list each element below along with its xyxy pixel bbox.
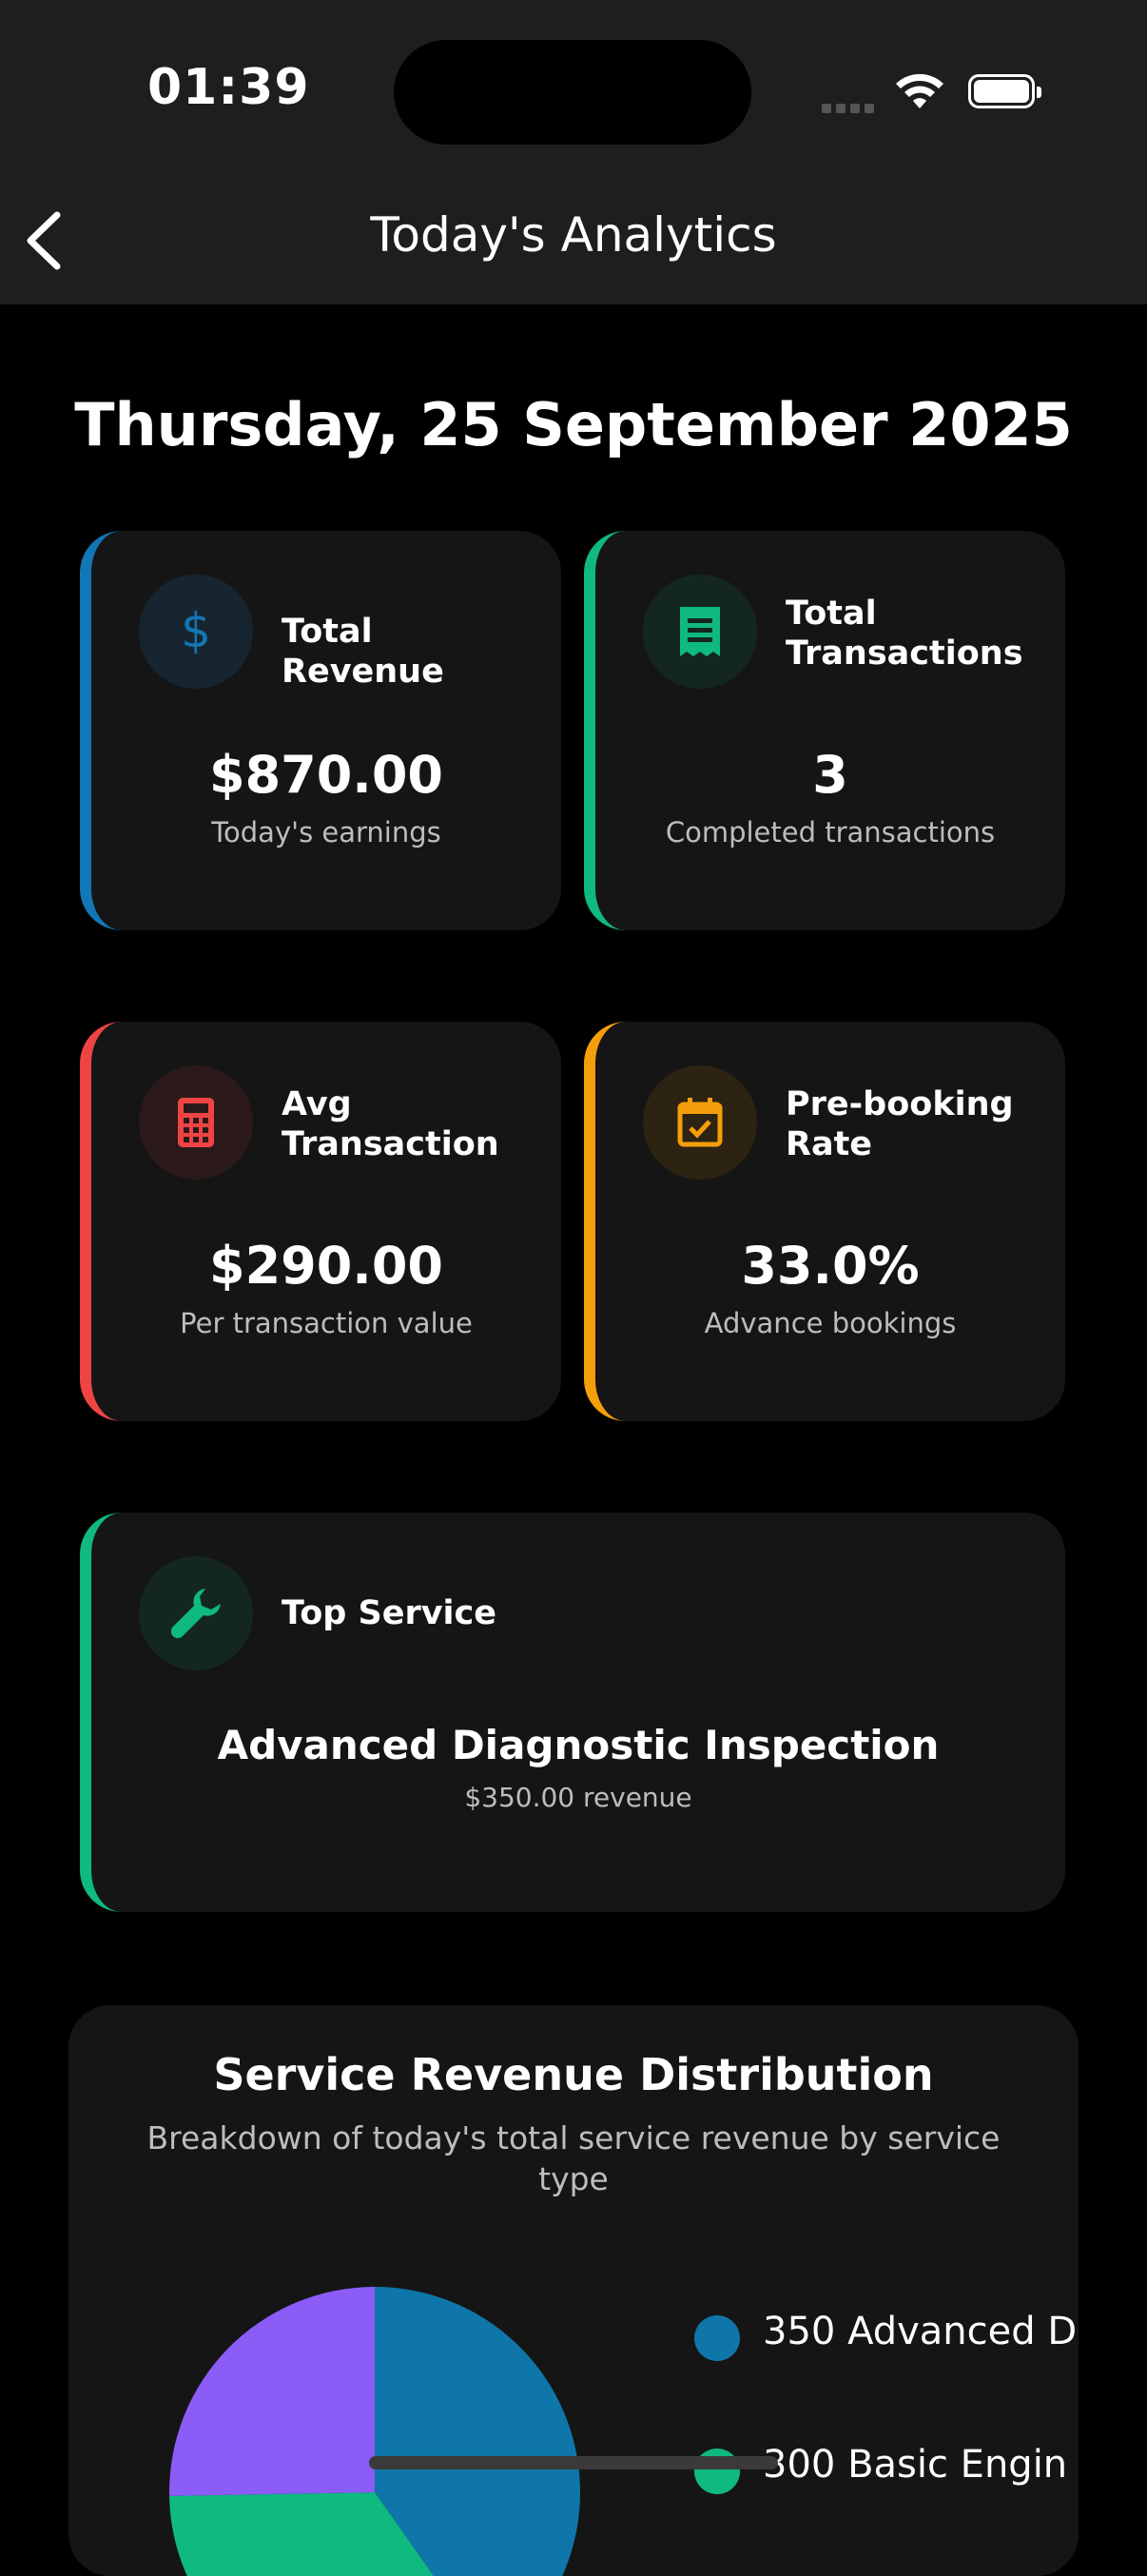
- status-bar: 01:39: [0, 0, 1147, 181]
- stat-label: Top Service: [282, 1594, 497, 1632]
- pre-booking-rate-card[interactable]: Pre-booking Rate 33.0% Advance bookings: [584, 1022, 1065, 1421]
- legend-label: 300 Basic Engin: [763, 2443, 1068, 2487]
- legend-label: 350 Advanced D: [763, 2310, 1075, 2353]
- chart-subtitle: Breakdown of today's total service reven…: [146, 2119, 1001, 2197]
- stat-value: $290.00: [209, 1236, 443, 1296]
- stat-value: 33.0%: [741, 1236, 920, 1296]
- stat-label: Total Transactions: [786, 595, 1023, 673]
- legend-item: 350 Advanced D: [694, 2310, 1075, 2443]
- top-service-card[interactable]: Top Service Advanced Diagnostic Inspecti…: [80, 1512, 1065, 1912]
- avg-transaction-card[interactable]: Avg Transaction $290.00 Per transaction …: [80, 1022, 561, 1421]
- stat-caption: Per transaction value: [180, 1307, 473, 1339]
- status-time: 01:39: [147, 59, 310, 116]
- stat-value: $870.00: [209, 745, 443, 805]
- dynamic-island: [394, 40, 751, 145]
- stat-caption: Completed transactions: [665, 816, 996, 849]
- total-transactions-card[interactable]: Total Transactions 3 Completed transacti…: [584, 531, 1065, 930]
- date-heading: Thursday, 25 September 2025: [74, 390, 1073, 459]
- receipt-icon: [643, 575, 757, 689]
- stat-caption: Advance bookings: [704, 1307, 957, 1339]
- legend-dot: [694, 2315, 740, 2361]
- revenue-pie-chart: [169, 2287, 580, 2576]
- pie-slice-0: [375, 2287, 580, 2576]
- top-service-name: Advanced Diagnostic Inspection: [217, 1722, 940, 1768]
- pie-slice-2: [169, 2287, 375, 2496]
- stat-caption: Today's earnings: [211, 816, 441, 849]
- battery-icon: [968, 74, 1041, 108]
- calendar-check-icon: [643, 1065, 757, 1180]
- wrench-icon: [139, 1556, 253, 1670]
- stat-label: Pre-booking Rate: [786, 1085, 1014, 1163]
- total-revenue-card[interactable]: $ Total Revenue $870.00 Today's earnings: [80, 531, 561, 930]
- top-service-revenue: $350.00 revenue: [464, 1782, 692, 1813]
- cellular-signal-icon: [822, 99, 879, 117]
- svg-text:$: $: [181, 603, 211, 658]
- service-revenue-chart-card: Service Revenue Distribution Breakdown o…: [68, 2005, 1079, 2576]
- home-indicator: [369, 2456, 778, 2469]
- page-title: Today's Analytics: [370, 207, 777, 263]
- chart-title: Service Revenue Distribution: [213, 2049, 934, 2100]
- chart-legend: 350 Advanced D 300 Basic Engin: [694, 2310, 1075, 2576]
- stat-value: 3: [812, 745, 848, 805]
- calculator-icon: [139, 1065, 253, 1180]
- dollar-icon: $: [139, 575, 253, 689]
- wifi-icon: [896, 73, 943, 108]
- stat-label: Avg Transaction: [282, 1085, 499, 1163]
- stat-label: Total Revenue: [282, 613, 444, 691]
